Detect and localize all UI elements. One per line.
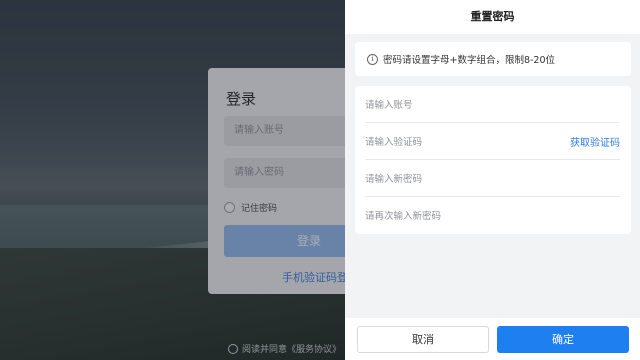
reset-form: 请输入账号 请输入验证码 获取验证码 请输入新密码 请再次输入新密码 (355, 86, 631, 234)
account-field[interactable]: 请输入账号 (365, 86, 620, 123)
new-password-field[interactable]: 请输入新密码 (365, 160, 620, 197)
info-circle-icon: i (367, 53, 378, 65)
cancel-button[interactable]: 取消 (357, 326, 489, 353)
account-input[interactable]: 请输入账号 (365, 97, 413, 111)
drawer-footer: 取消 确定 (345, 318, 640, 360)
new-password-input[interactable]: 请输入新密码 (365, 171, 422, 185)
screen: 登录 请输入账号 请输入密码 记住密码 登录 手机验证码登 阅读并同意《服务协议… (0, 0, 640, 360)
password-tip: i 密码请设置字母+数字组合，限制8-20位 (355, 42, 631, 76)
get-code-button[interactable]: 获取验证码 (570, 134, 620, 149)
reset-password-drawer: 重置密码 i 密码请设置字母+数字组合，限制8-20位 请输入账号 请输入验证码… (345, 0, 640, 360)
confirm-password-input[interactable]: 请再次输入新密码 (365, 208, 441, 222)
code-field[interactable]: 请输入验证码 获取验证码 (365, 123, 620, 160)
drawer-title: 重置密码 (345, 0, 640, 34)
password-tip-text: 密码请设置字母+数字组合，限制8-20位 (383, 55, 556, 66)
confirm-button[interactable]: 确定 (497, 326, 629, 353)
code-input[interactable]: 请输入验证码 (365, 134, 422, 148)
confirm-password-field[interactable]: 请再次输入新密码 (365, 197, 620, 233)
